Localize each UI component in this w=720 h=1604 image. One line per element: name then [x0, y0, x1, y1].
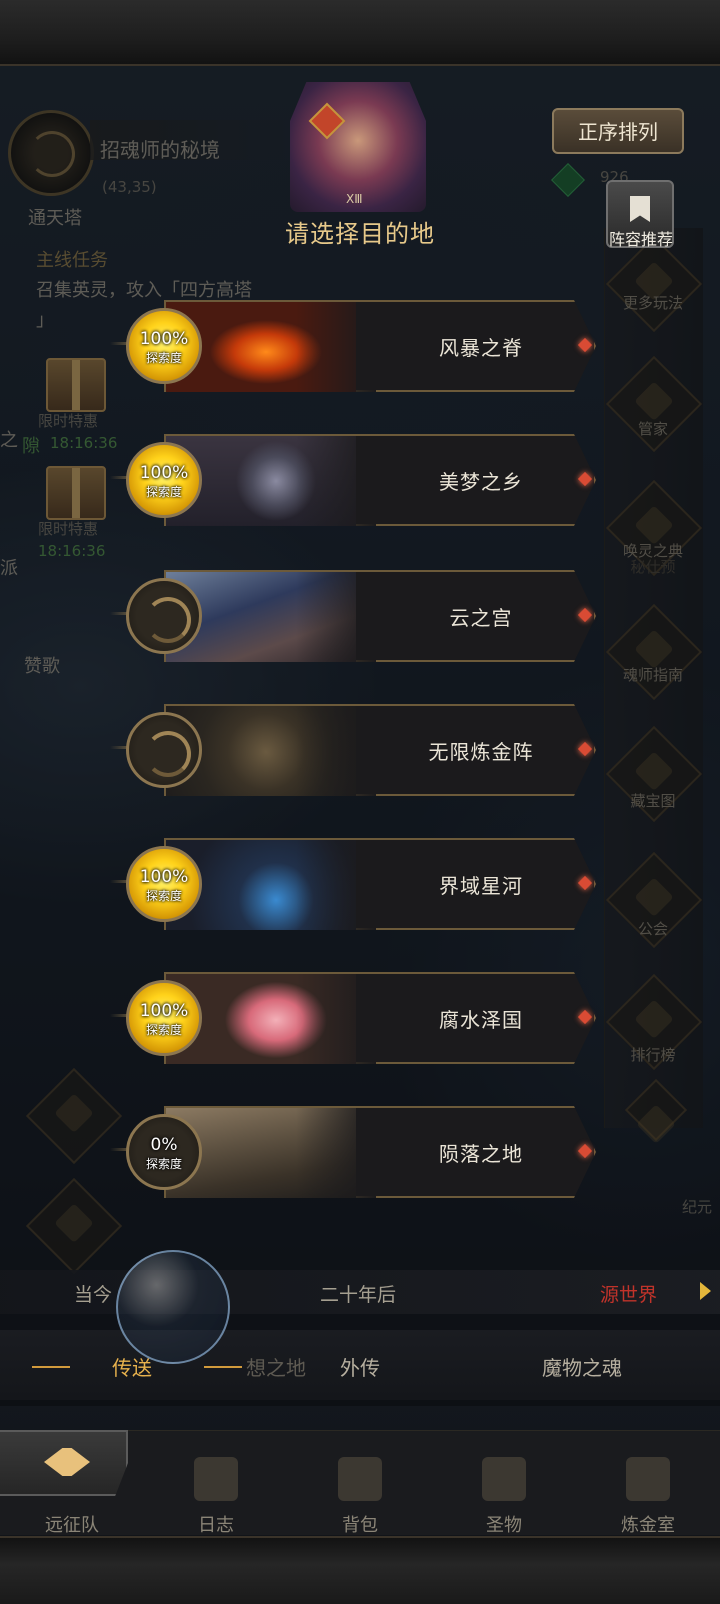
nav-relic[interactable]: 圣物: [432, 1431, 576, 1536]
exploration-medal-icon: 0% 探索度: [126, 1114, 202, 1190]
home-back-button[interactable]: [0, 1430, 128, 1496]
destination-card-body[interactable]: 界域星河: [164, 838, 596, 930]
destination-name: 腐水泽国: [439, 1008, 523, 1032]
era-next-arrow-icon[interactable]: [700, 1282, 711, 1300]
tab-monster-soul[interactable]: 魔物之魂: [542, 1352, 622, 1381]
art-fade: [296, 1108, 376, 1198]
era-now[interactable]: 当今: [74, 1280, 112, 1307]
exploration-label: 探索度: [145, 1157, 182, 1171]
chalice-icon: [482, 1457, 526, 1501]
nav-expedition-label: 远征队: [45, 1515, 99, 1536]
back-arrow-icon: [44, 1448, 90, 1476]
art-fade: [296, 436, 376, 526]
art-fade: [296, 706, 376, 796]
art-fade: [296, 302, 376, 392]
destination-card-body[interactable]: 美梦之乡: [164, 434, 596, 526]
exploration-label: 探索度: [145, 351, 182, 365]
destination-card[interactable]: 风暴之脊 100% 探索度: [110, 296, 598, 396]
nav-journal[interactable]: 日志: [144, 1431, 288, 1536]
floating-orb[interactable]: [116, 1250, 230, 1364]
destination-card-body[interactable]: 腐水泽国: [164, 972, 596, 1064]
nav-alchemy-label: 炼金室: [621, 1515, 675, 1536]
nav-alchemy[interactable]: 炼金室: [576, 1431, 720, 1536]
era-source-world[interactable]: 源世界: [600, 1280, 657, 1307]
destination-card-body[interactable]: 陨落之地: [164, 1106, 596, 1198]
exploration-percent: 100%: [139, 463, 189, 483]
destination-name: 云之宫: [449, 606, 513, 630]
nav-bag[interactable]: 背包: [288, 1431, 432, 1536]
exploration-label: 探索度: [145, 485, 182, 499]
tab-ghost-label: 想之地: [246, 1356, 306, 1380]
exploration-label: 探索度: [145, 889, 182, 903]
exploration-label: 探索度: [145, 1023, 182, 1037]
bottom-frame: [0, 1536, 720, 1604]
destination-name: 美梦之乡: [439, 470, 523, 494]
nav-relic-label: 圣物: [486, 1515, 522, 1536]
exploration-percent: 100%: [139, 1001, 189, 1021]
page-title: 请选择目的地: [285, 220, 435, 248]
top-frame: [0, 0, 720, 66]
exploration-medal-icon: [126, 712, 202, 788]
destination-name: 无限炼金阵: [428, 740, 534, 764]
destination-card[interactable]: 腐水泽国 100% 探索度: [110, 968, 598, 1068]
destination-name: 界域星河: [439, 874, 523, 898]
bag-icon: [338, 1457, 382, 1501]
destination-card[interactable]: 美梦之乡 100% 探索度: [110, 430, 598, 530]
destination-name: 陨落之地: [439, 1142, 523, 1166]
destination-card[interactable]: 无限炼金阵: [110, 700, 598, 800]
era-twenty-years[interactable]: 二十年后: [320, 1280, 396, 1307]
alchemy-icon: [626, 1457, 670, 1501]
exploration-percent: 100%: [139, 329, 189, 349]
scroll-icon: [194, 1457, 238, 1501]
portrait-level: XⅢ: [346, 192, 363, 206]
art-fade: [296, 572, 376, 662]
exploration-percent: 100%: [139, 867, 189, 887]
sort-order-button[interactable]: 正序排列: [552, 108, 684, 154]
exploration-medal-icon: 100% 探索度: [126, 846, 202, 922]
exploration-medal-icon: 100% 探索度: [126, 980, 202, 1056]
art-fade: [296, 840, 376, 930]
exploration-percent: 0%: [150, 1135, 178, 1155]
destination-name: 风暴之脊: [439, 336, 523, 360]
exploration-medal-icon: 100% 探索度: [126, 442, 202, 518]
destination-card[interactable]: 界域星河 100% 探索度: [110, 834, 598, 934]
tab-side-story[interactable]: 外传: [340, 1352, 380, 1381]
destination-card[interactable]: 云之宫: [110, 566, 598, 666]
art-fade: [296, 974, 376, 1064]
destination-card-body[interactable]: 风暴之脊: [164, 300, 596, 392]
destination-card-body[interactable]: 云之宫: [164, 570, 596, 662]
exploration-medal-icon: 100% 探索度: [126, 308, 202, 384]
nav-bag-label: 背包: [342, 1515, 378, 1536]
tab-right-ornament-icon: [204, 1366, 242, 1368]
destination-card-body[interactable]: 无限炼金阵: [164, 704, 596, 796]
exploration-medal-icon: [126, 578, 202, 654]
tab-left-ornament-icon: [32, 1366, 70, 1368]
destination-card[interactable]: 陨落之地 0% 探索度: [110, 1102, 598, 1202]
nav-journal-label: 日志: [198, 1515, 234, 1536]
